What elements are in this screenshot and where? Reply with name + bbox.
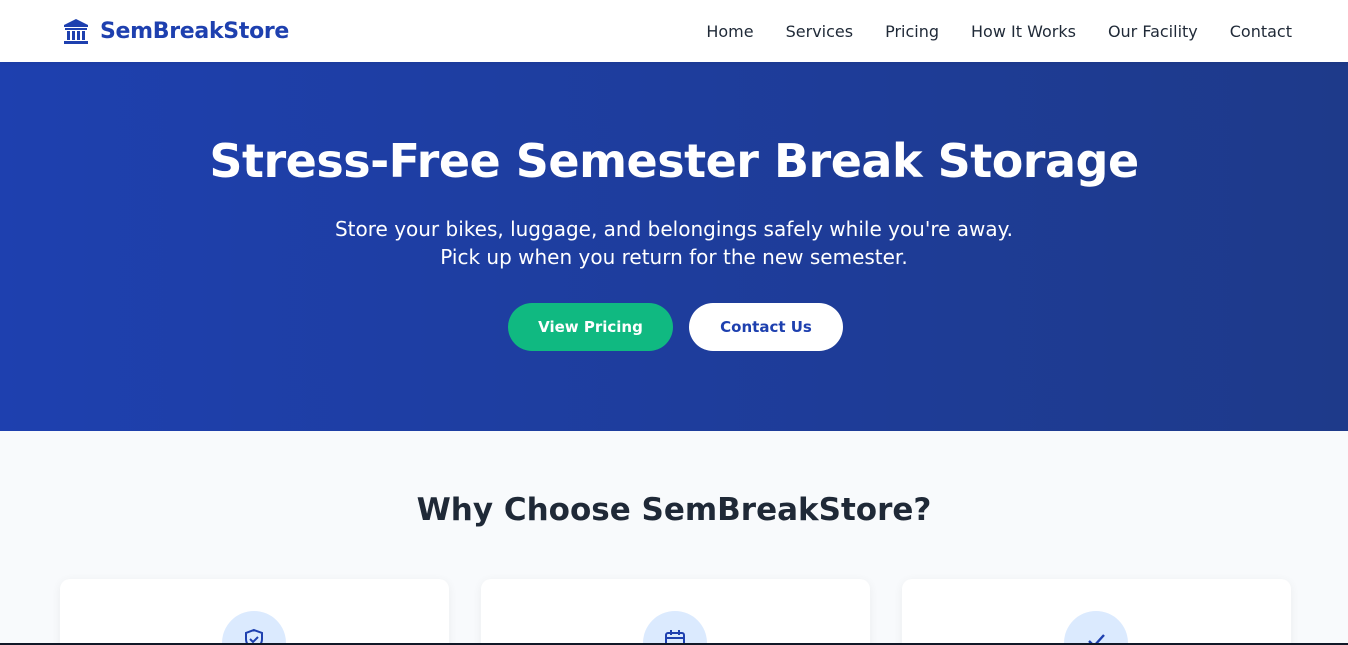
hero-subtitle: Store your bikes, luggage, and belonging… [0, 215, 1348, 271]
building-columns-icon [62, 17, 90, 45]
feature-card-security [60, 579, 449, 645]
nav-link-how-it-works[interactable]: How It Works [971, 22, 1076, 41]
nav-links: Home Services Pricing How It Works Our F… [706, 0, 1292, 62]
navbar: SemBreakStore Home Services Pricing How … [0, 0, 1348, 62]
view-pricing-button[interactable]: View Pricing [508, 303, 673, 351]
hero-section: Stress-Free Semester Break Storage Store… [0, 62, 1348, 431]
nav-link-our-facility[interactable]: Our Facility [1108, 22, 1198, 41]
calendar-icon [643, 611, 707, 645]
nav-link-pricing[interactable]: Pricing [885, 22, 939, 41]
nav-link-contact[interactable]: Contact [1230, 22, 1292, 41]
nav-link-services[interactable]: Services [786, 22, 853, 41]
nav-link-home[interactable]: Home [706, 22, 753, 41]
contact-us-button[interactable]: Contact Us [689, 303, 843, 351]
shield-check-icon [222, 611, 286, 645]
feature-card-schedule [481, 579, 870, 645]
hero-title: Stress-Free Semester Break Storage [209, 134, 1139, 188]
hero-subtitle-line-2: Pick up when you return for the new seme… [440, 245, 908, 269]
check-icon [1064, 611, 1128, 645]
feature-card-convenience [902, 579, 1291, 645]
hero-subtitle-line-1: Store your bikes, luggage, and belonging… [334, 217, 1014, 241]
hero-buttons: View Pricing Contact Us [508, 303, 843, 351]
brand-logo-link[interactable]: SemBreakStore [62, 16, 289, 46]
brand-name: SemBreakStore [100, 18, 290, 44]
features-title: Why Choose SemBreakStore? [416, 492, 932, 528]
